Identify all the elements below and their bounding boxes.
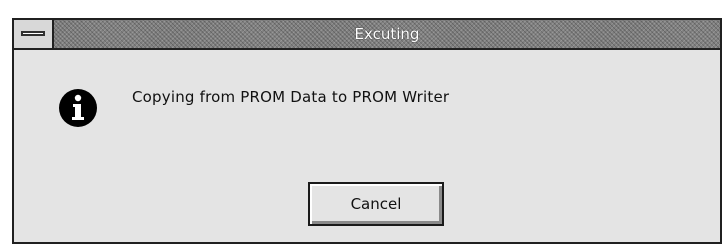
dialog-window: Excuting Copying from PROM Data to PROM … xyxy=(12,18,722,244)
window-title: Excuting xyxy=(354,25,420,43)
title-bar[interactable]: Excuting xyxy=(14,20,720,50)
system-menu-button[interactable] xyxy=(14,20,54,48)
info-icon xyxy=(59,89,97,127)
system-menu-icon xyxy=(21,31,45,36)
cancel-button[interactable]: Cancel xyxy=(308,182,444,226)
dialog-message: Copying from PROM Data to PROM Writer xyxy=(132,88,450,106)
